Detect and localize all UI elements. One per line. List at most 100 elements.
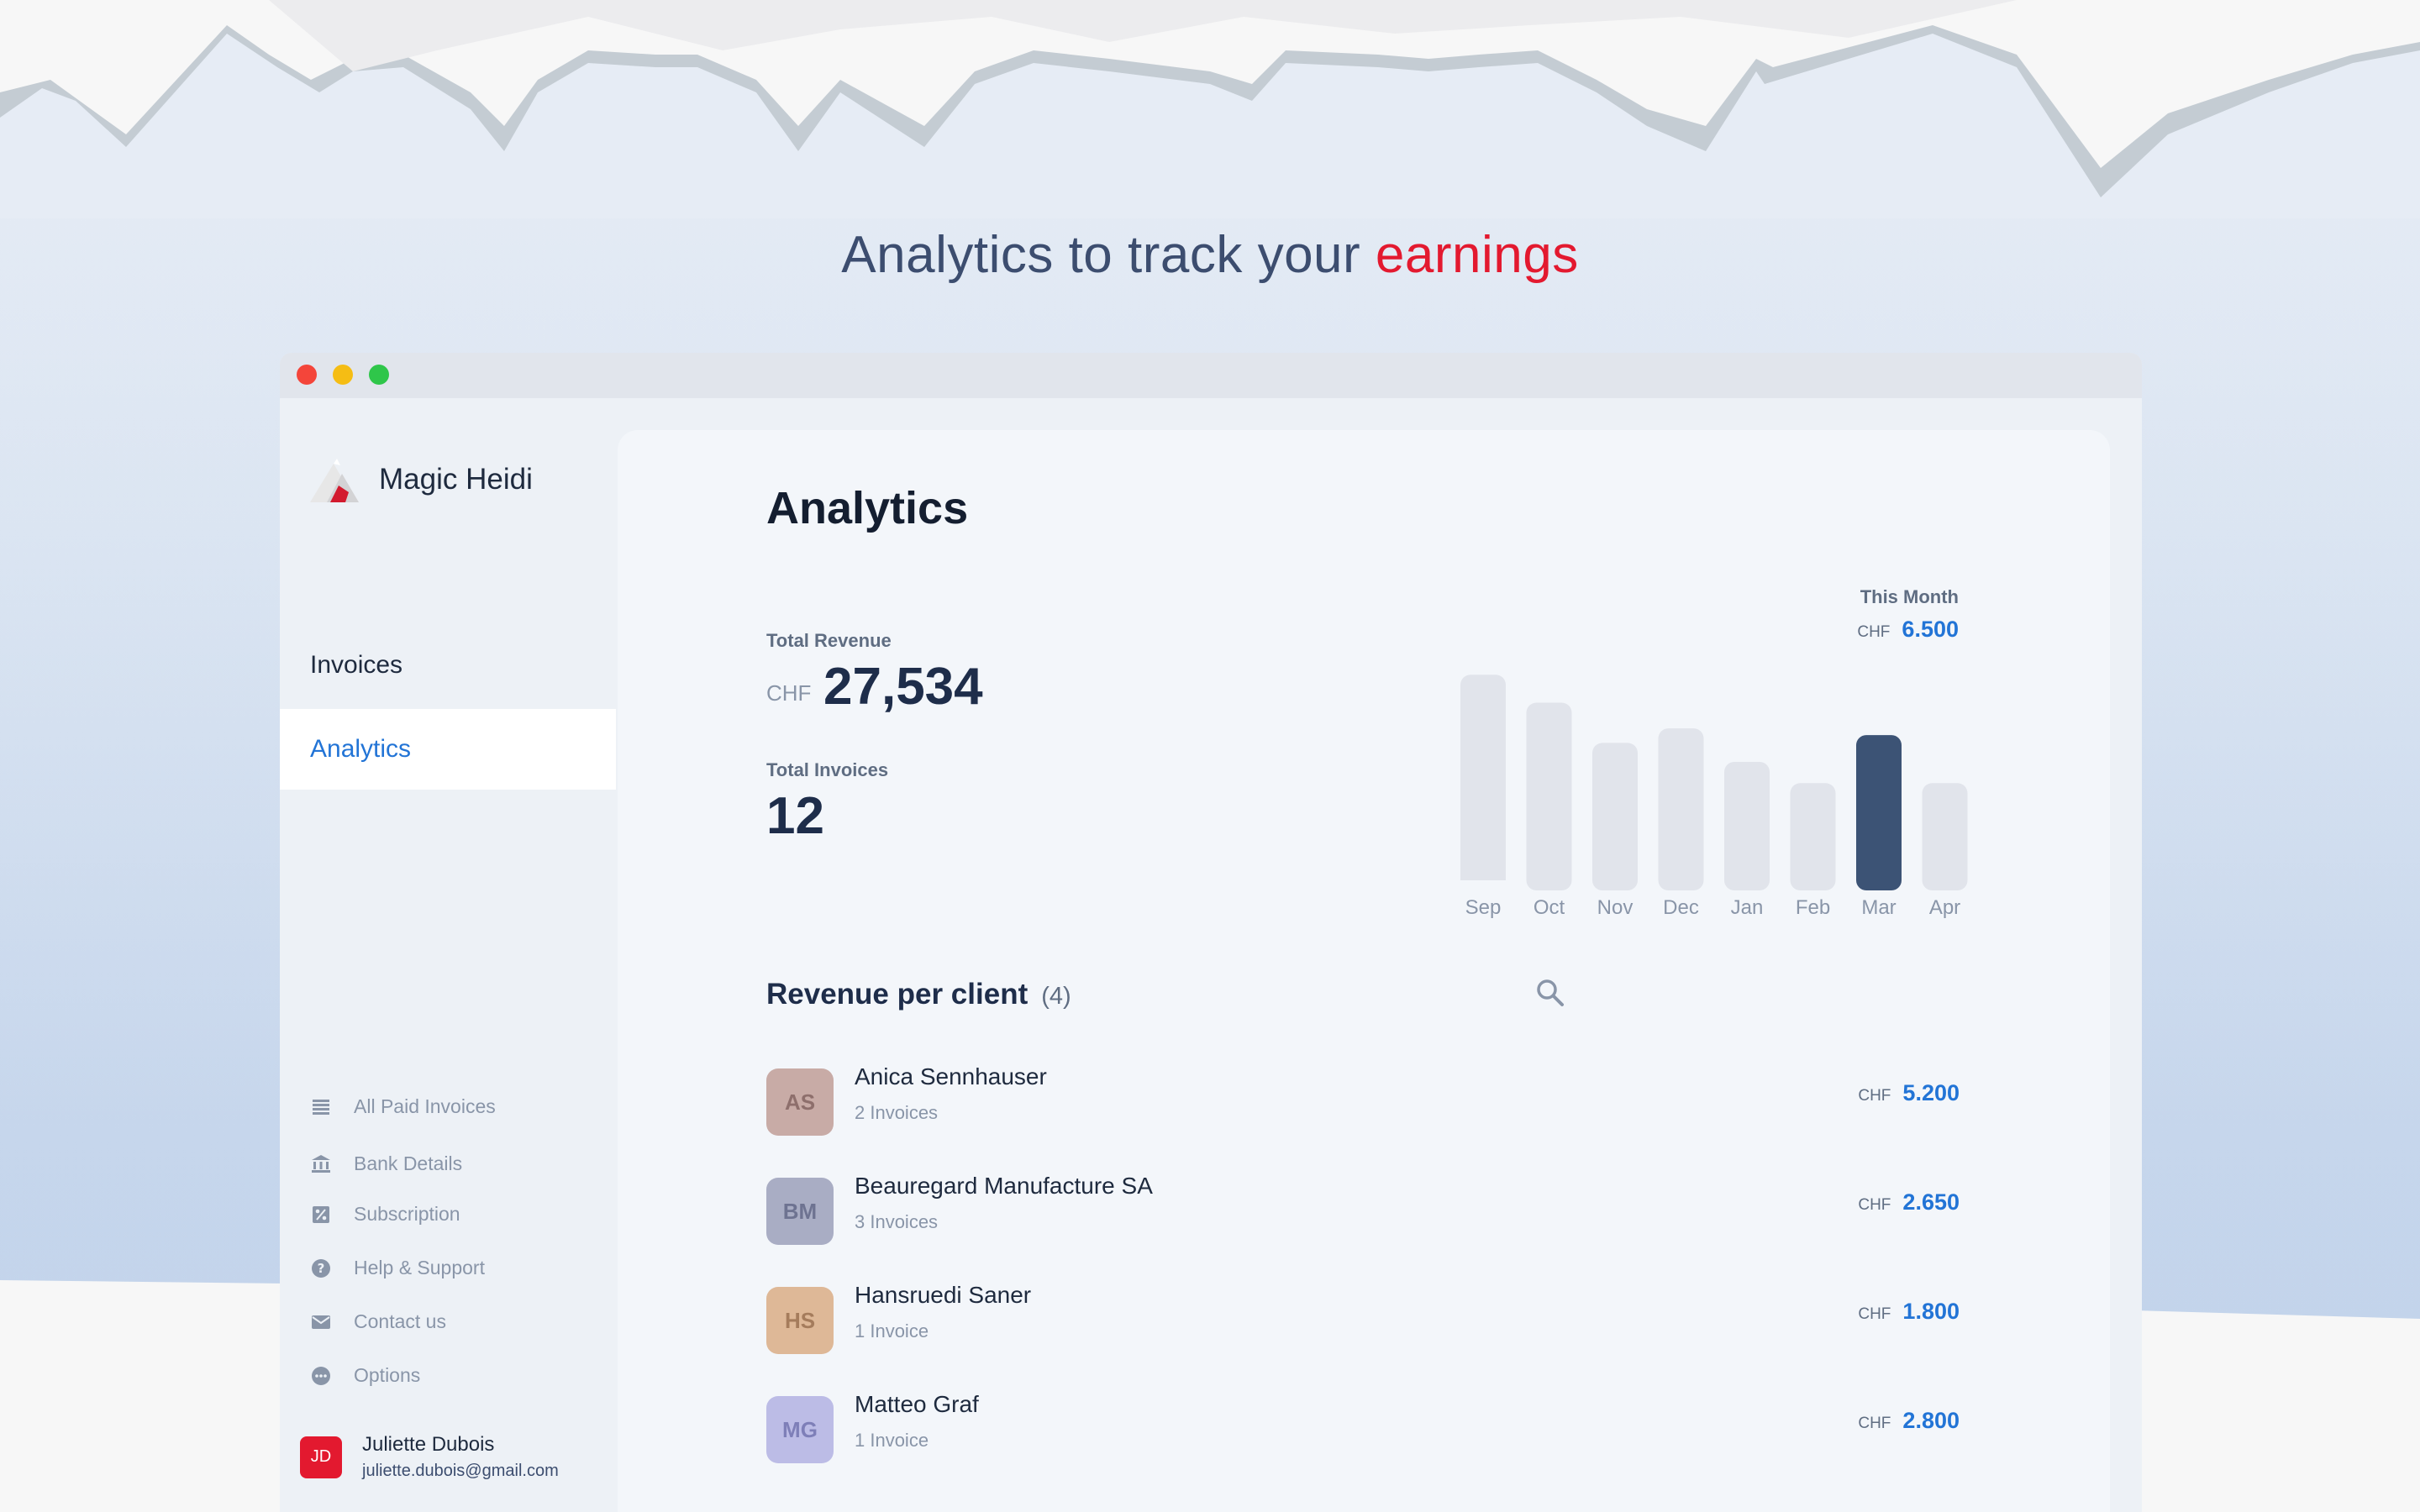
sidebar-item-label: Invoices	[310, 651, 403, 679]
client-row[interactable]: AS Anica Sennhauser 2 Invoices CHF 5.200	[766, 1063, 1960, 1139]
bar-nov	[1592, 743, 1638, 890]
this-month-value-group: CHF 6.500	[1857, 617, 1959, 643]
client-invoice-count: 1 Invoice	[855, 1320, 929, 1341]
sidebar-item-label: Analytics	[310, 735, 412, 763]
total-revenue-currency: CHF	[766, 680, 812, 706]
maximize-window-button[interactable]	[369, 365, 389, 385]
total-invoices-label: Total Invoices	[766, 759, 889, 780]
client-name: Anica Sennhauser	[855, 1063, 1047, 1089]
bar-apr	[1922, 783, 1968, 890]
client-row[interactable]: HS Hansruedi Saner 1 Invoice CHF 1.800	[766, 1282, 1960, 1357]
client-amount: 2.800	[1902, 1408, 1960, 1433]
app-window: Magic Heidi Invoices Analytics All Paid …	[280, 353, 2142, 1512]
total-invoices-value: 12	[766, 787, 824, 845]
client-revenue: CHF 5.200	[1858, 1080, 1960, 1106]
sidebar: Magic Heidi Invoices Analytics All Paid …	[280, 398, 616, 1512]
sidebar-item-analytics[interactable]: Analytics	[280, 709, 616, 790]
bar-mar	[1856, 735, 1902, 890]
help-icon: ?	[312, 1258, 330, 1278]
x-tick-label: Mar	[1861, 896, 1896, 919]
client-revenue: CHF 2.800	[1858, 1408, 1960, 1434]
client-revenue: CHF 2.650	[1858, 1189, 1960, 1215]
user-email: juliette.dubois@gmail.com	[362, 1462, 559, 1480]
section-title: Revenue per client	[766, 978, 1028, 1011]
svg-text:?: ?	[318, 1261, 325, 1276]
menu-item-help-support[interactable]: ? Help & Support	[310, 1257, 485, 1279]
x-tick-label: Dec	[1663, 896, 1699, 919]
app-name: Magic Heidi	[379, 463, 533, 496]
page-title: Analytics	[766, 483, 969, 533]
menu-item-label: Bank Details	[354, 1152, 463, 1174]
menu-item-bank-details[interactable]: Bank Details	[310, 1152, 462, 1175]
mail-icon	[312, 1315, 330, 1329]
close-window-button[interactable]	[297, 365, 317, 385]
avatar: JD	[300, 1436, 342, 1478]
x-tick-label: Nov	[1597, 896, 1634, 919]
minimize-window-button[interactable]	[333, 365, 353, 385]
this-month-label: This Month	[1860, 586, 1959, 607]
client-currency: CHF	[1858, 1087, 1891, 1105]
headline-prefix: Analytics to track your	[841, 226, 1361, 284]
total-revenue-label: Total Revenue	[766, 630, 892, 651]
client-name: Matteo Graf	[855, 1391, 979, 1417]
magic-heidi-logo-icon	[310, 459, 359, 502]
client-currency: CHF	[1858, 1305, 1891, 1323]
user-name: Juliette Dubois	[362, 1433, 495, 1456]
bar-oct	[1526, 702, 1572, 890]
menu-item-label: Help & Support	[354, 1257, 485, 1278]
x-tick-label: Sep	[1465, 896, 1502, 919]
list-icon	[313, 1099, 329, 1115]
this-month-currency: CHF	[1857, 623, 1891, 641]
options-icon	[312, 1366, 330, 1385]
headline-accent: earnings	[1375, 226, 1579, 284]
menu-item-options[interactable]: Options	[310, 1364, 420, 1387]
this-month-value: 6.500	[1902, 617, 1959, 642]
menu-item-subscription[interactable]: Subscription	[310, 1203, 460, 1226]
client-avatar: AS	[766, 1068, 834, 1136]
client-currency: CHF	[1858, 1415, 1891, 1432]
client-avatar: BM	[766, 1178, 834, 1245]
client-row[interactable]: BM Beauregard Manufacture SA 3 Invoices …	[766, 1173, 1960, 1248]
menu-item-label: All Paid Invoices	[354, 1095, 496, 1117]
client-name: Beauregard Manufacture SA	[855, 1173, 1153, 1199]
hero-headline: Analytics to track your earnings	[0, 225, 2420, 285]
client-invoice-count: 3 Invoices	[855, 1211, 939, 1232]
client-invoice-count: 2 Invoices	[855, 1102, 939, 1123]
client-currency: CHF	[1858, 1196, 1891, 1214]
user-profile[interactable]: JD Juliette Dubois juliette.dubois@gmail…	[300, 1433, 559, 1481]
sidebar-item-invoices[interactable]: Invoices	[280, 625, 616, 706]
client-name: Hansruedi Saner	[855, 1282, 1032, 1308]
menu-item-label: Options	[354, 1364, 421, 1386]
menu-item-contact-us[interactable]: Contact us	[310, 1310, 446, 1333]
bar-jan	[1724, 762, 1770, 890]
window-titlebar	[280, 353, 2142, 398]
total-revenue-value: 27,534	[823, 658, 983, 716]
menu-item-label: Contact us	[354, 1310, 446, 1332]
mountain-background	[0, 0, 2420, 218]
client-amount: 2.650	[1902, 1189, 1960, 1215]
menu-item-label: Subscription	[354, 1203, 460, 1225]
client-count: (4)	[1041, 983, 1071, 1010]
x-tick-label: Apr	[1929, 896, 1960, 919]
client-row[interactable]: MG Matteo Graf 1 Invoice CHF 2.800	[766, 1391, 1960, 1467]
search-icon[interactable]	[1534, 976, 1567, 1010]
x-tick-label: Feb	[1796, 896, 1830, 919]
percent-icon	[313, 1205, 329, 1223]
monthly-revenue-chart: Sep Oct Nov Dec Jan Feb Mar Apr	[1451, 675, 1972, 919]
client-revenue: CHF 1.800	[1858, 1299, 1960, 1325]
revenue-per-client-header: Revenue per client (4)	[766, 978, 1071, 1011]
client-amount: 5.200	[1902, 1080, 1960, 1105]
bank-icon	[312, 1154, 330, 1173]
bar-dec	[1658, 728, 1704, 890]
client-avatar: MG	[766, 1396, 834, 1463]
main-panel: Analytics Total Revenue CHF 27,534 Total…	[618, 430, 2110, 1512]
brand[interactable]: Magic Heidi	[308, 455, 533, 504]
bar-feb	[1790, 783, 1836, 890]
menu-item-all-paid-invoices[interactable]: All Paid Invoices	[310, 1095, 496, 1118]
client-invoice-count: 1 Invoice	[855, 1430, 929, 1451]
client-avatar: HS	[766, 1287, 834, 1354]
x-tick-label: Jan	[1731, 896, 1764, 919]
client-amount: 1.800	[1902, 1299, 1960, 1324]
x-tick-label: Oct	[1534, 896, 1565, 919]
bar-sep	[1460, 675, 1506, 890]
